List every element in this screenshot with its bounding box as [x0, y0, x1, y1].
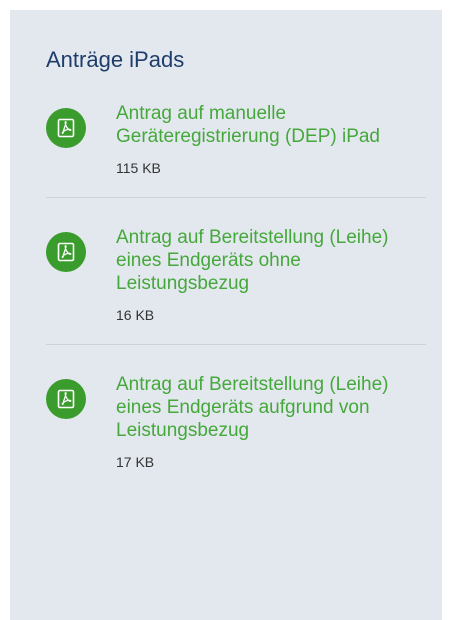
- pdf-file-icon-glyph: [57, 118, 75, 138]
- list-item: Antrag auf Bereitstellung (Leihe) eines …: [46, 345, 426, 470]
- file-size: 16 KB: [116, 307, 155, 323]
- document-info: Antrag auf Bereitstellung (Leihe) eines …: [116, 373, 396, 470]
- document-link[interactable]: Antrag auf manuelle Geräteregistrierung …: [116, 102, 396, 148]
- document-list: Antrag auf manuelle Geräteregistrierung …: [46, 100, 426, 470]
- list-item: Antrag auf manuelle Geräteregistrierung …: [46, 100, 426, 198]
- file-size: 17 KB: [116, 454, 155, 470]
- file-size: 115 KB: [116, 160, 161, 176]
- document-link[interactable]: Antrag auf Bereitstellung (Leihe) eines …: [116, 373, 396, 442]
- pdf-file-icon[interactable]: [46, 232, 86, 272]
- pdf-file-icon[interactable]: [46, 379, 86, 419]
- panel-title: Anträge iPads: [46, 47, 185, 72]
- pdf-file-icon[interactable]: [46, 108, 86, 148]
- document-info: Antrag auf Bereitstellung (Leihe) eines …: [116, 226, 396, 323]
- pdf-file-icon-glyph: [57, 389, 75, 409]
- list-item: Antrag auf Bereitstellung (Leihe) eines …: [46, 198, 426, 345]
- document-link[interactable]: Antrag auf Bereitstellung (Leihe) eines …: [116, 226, 396, 295]
- downloads-panel: Anträge iPads Antrag auf manuelle Geräte…: [10, 10, 442, 620]
- pdf-file-icon-glyph: [57, 242, 75, 262]
- document-info: Antrag auf manuelle Geräteregistrierung …: [116, 102, 396, 176]
